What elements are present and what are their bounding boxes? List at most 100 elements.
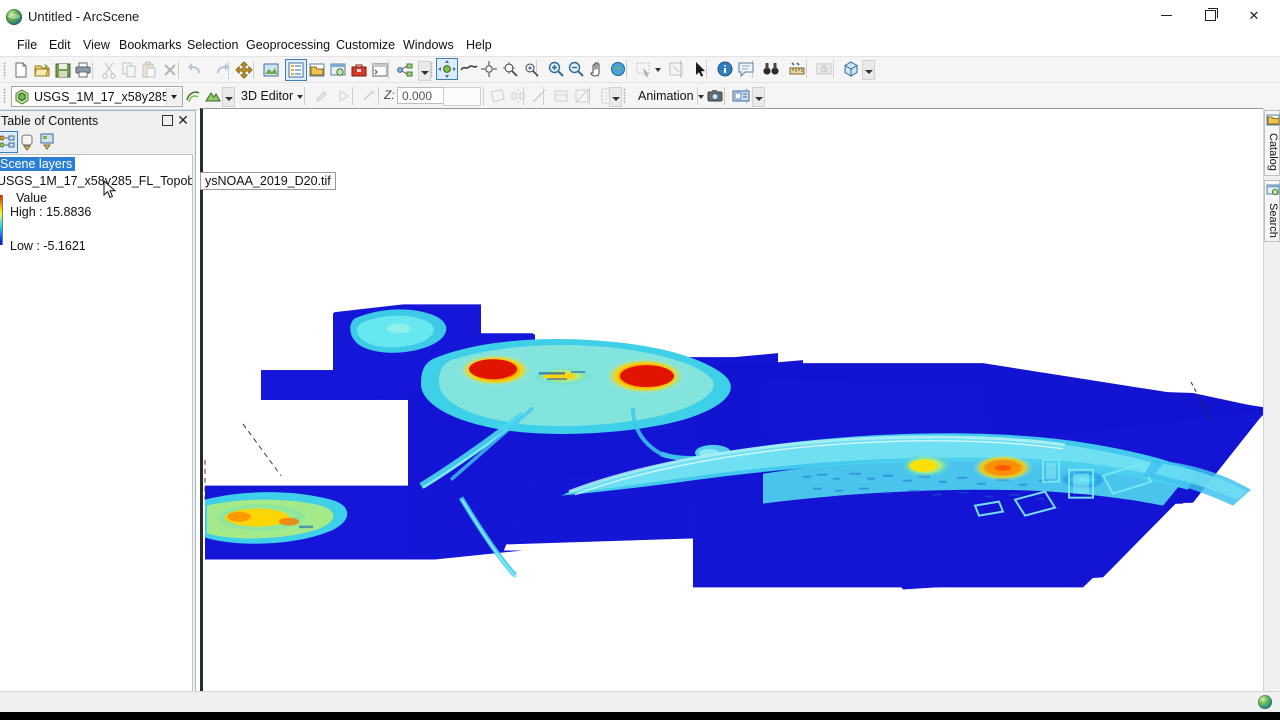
editor-overflow-button-2[interactable] <box>609 87 622 107</box>
zoom-to-target-button[interactable] <box>500 59 520 79</box>
zoom-in-button[interactable] <box>546 59 566 79</box>
toc-title: Table of Contents <box>1 114 99 128</box>
toolbar-separator <box>697 87 698 105</box>
close-button[interactable]: ✕ <box>1232 0 1276 30</box>
full-extent-button[interactable] <box>608 59 628 79</box>
close-icon: ✕ <box>1248 7 1260 23</box>
html-popup-button[interactable] <box>736 59 756 79</box>
edit-tool-button[interactable] <box>312 86 332 106</box>
menu-windows[interactable]: Windows <box>396 34 461 56</box>
toolbar-separator <box>304 87 305 105</box>
capture-view-button[interactable] <box>705 86 725 106</box>
3d-editor-menu[interactable]: 3D Editor <box>236 86 307 106</box>
center-on-target-button[interactable] <box>479 59 499 79</box>
create-polygon-button[interactable] <box>487 86 507 106</box>
zoom-out-button[interactable] <box>566 59 586 79</box>
select-features-dropdown[interactable] <box>655 59 665 79</box>
list-by-drawing-order-button[interactable] <box>0 131 18 153</box>
z-label: Z: <box>384 88 395 102</box>
toc-node-scene-layers[interactable]: Scene layers <box>0 157 76 171</box>
list-by-source-button[interactable] <box>17 132 37 152</box>
extrude-button[interactable] <box>551 86 571 106</box>
active-layer-combo[interactable]: USGS_1M_17_x58y285_FL_ <box>11 86 183 107</box>
search-icon <box>1266 183 1280 197</box>
menu-edit[interactable]: Edit <box>42 34 78 56</box>
toc-tree[interactable]: Scene layers USGS_1M_17_x58y285_FL_Topob… <box>0 154 193 703</box>
toolbar-separator <box>378 87 379 105</box>
split-button[interactable] <box>529 86 549 106</box>
toolbar-separator <box>724 87 725 105</box>
table-of-contents-panel: Table of Contents ✕ Scene layers USGS_1M… <box>0 110 196 706</box>
toc-toolbar <box>0 131 195 153</box>
toolbar-separator <box>543 87 544 105</box>
measure-button[interactable] <box>787 59 807 79</box>
menu-bar: File Edit View Bookmarks Selection Geopr… <box>0 34 1280 56</box>
menu-view[interactable]: View <box>76 34 117 56</box>
maximize-button[interactable] <box>1188 0 1232 30</box>
editor-toolbar: USGS_1M_17_x58y285_FL_ 3D Editor Z: 0.00… <box>0 82 1280 110</box>
navigate-button[interactable] <box>436 58 458 80</box>
window-title: Untitled - ArcScene <box>28 9 140 24</box>
globe-status-icon <box>1258 695 1272 709</box>
menu-geoprocessing[interactable]: Geoprocessing <box>239 34 337 56</box>
clear-selection-button[interactable] <box>666 59 686 79</box>
layer-name-tooltip: ysNOAA_2019_D20.tif <box>200 172 336 190</box>
minimize-icon <box>1160 14 1172 16</box>
identify-button[interactable] <box>715 59 735 79</box>
legend-low-label: Low : -5.1621 <box>10 239 86 253</box>
fly-button[interactable] <box>459 59 479 79</box>
float-panel-button[interactable] <box>162 115 173 126</box>
select-elements-button[interactable] <box>690 59 710 79</box>
menu-customize[interactable]: Customize <box>329 34 402 56</box>
app-globe-icon <box>6 9 22 25</box>
toolbar-separator <box>589 87 590 105</box>
raster-layer-icon <box>14 88 30 105</box>
3d-scene-view[interactable] <box>200 108 1264 692</box>
effects-button[interactable] <box>183 86 203 106</box>
chevron-down-icon[interactable] <box>166 88 182 105</box>
blank-field[interactable] <box>443 87 481 106</box>
title-bar: Untitled - ArcScene ✕ <box>0 0 1280 35</box>
edit-play-button[interactable] <box>333 86 353 106</box>
menu-help[interactable]: Help <box>459 34 499 56</box>
legend-high-label: High : 15.8836 <box>10 205 92 219</box>
editor-overflow-button-1[interactable] <box>222 87 235 107</box>
right-dock: Catalog Search <box>1263 108 1280 692</box>
search-tab[interactable]: Search <box>1264 180 1280 242</box>
tools-overflow-button[interactable] <box>862 60 875 80</box>
menu-file[interactable]: File <box>10 34 44 56</box>
pan-button[interactable] <box>586 59 606 79</box>
edit-sketch-button[interactable] <box>359 86 379 106</box>
select-features-button[interactable] <box>634 59 654 79</box>
toolbar-separator <box>483 87 484 105</box>
status-bar <box>0 691 1280 712</box>
close-panel-button[interactable]: ✕ <box>176 112 190 128</box>
tools-toolbar <box>0 56 1280 82</box>
find-button[interactable] <box>761 59 781 79</box>
menu-bookmarks[interactable]: Bookmarks <box>112 34 189 56</box>
catalog-tab[interactable]: Catalog <box>1264 110 1280 176</box>
toc-layer-item[interactable]: USGS_1M_17_x58y285_FL_TopobathyFLK <box>0 174 192 188</box>
toolbar-grip[interactable] <box>623 88 626 104</box>
minimize-button[interactable] <box>1144 0 1188 30</box>
arcscene-window: Untitled - ArcScene ✕ File Edit View Boo… <box>0 0 1280 712</box>
mirror-button[interactable] <box>508 86 528 106</box>
3d-analyst-button[interactable] <box>203 86 223 106</box>
toolbar-grip[interactable] <box>3 88 6 104</box>
active-layer-value: USGS_1M_17_x58y285_FL_ <box>34 89 166 104</box>
menu-selection[interactable]: Selection <box>180 34 245 56</box>
catalog-tab-label: Catalog <box>1267 133 1279 171</box>
time-slider-button[interactable] <box>814 59 834 79</box>
restore-icon <box>1204 7 1218 21</box>
toolbar-separator <box>523 87 524 105</box>
editor-overflow-button-3[interactable] <box>752 87 765 107</box>
catalog-icon <box>1266 113 1280 127</box>
set-observer-button[interactable] <box>521 59 541 79</box>
toc-header: Table of Contents ✕ <box>0 111 195 131</box>
animation-manager-button[interactable] <box>731 86 751 106</box>
search-tab-label: Search <box>1267 203 1279 238</box>
legend-value-label: Value <box>16 191 48 205</box>
list-by-visibility-button[interactable] <box>37 132 57 152</box>
editor-vertex-button[interactable] <box>841 59 861 79</box>
letterbox-band <box>0 712 1280 720</box>
